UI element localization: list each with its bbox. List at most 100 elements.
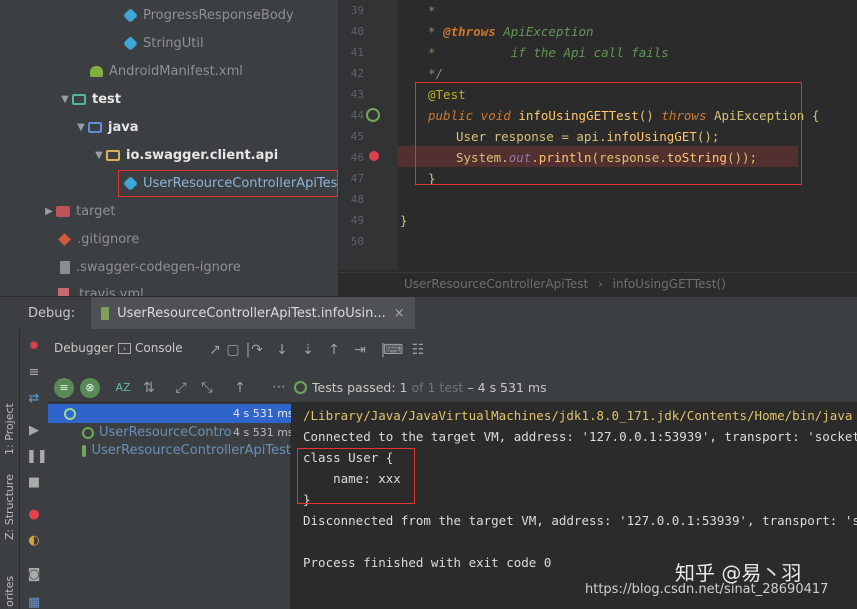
camera-icon[interactable]: ◙	[26, 567, 42, 583]
view-breakpoints-icon[interactable]: ●	[26, 507, 42, 523]
chevron-down-icon[interactable]: ▼	[74, 122, 88, 133]
favorites-side-tab-label: orites	[3, 575, 16, 607]
run-test-icon[interactable]	[366, 108, 380, 122]
close-icon[interactable]: ×	[394, 306, 405, 321]
line-number: 49	[350, 214, 364, 227]
line-number: 46	[350, 151, 364, 164]
source-folder-icon	[88, 121, 102, 133]
tree-item-package[interactable]: ▼ io.swagger.client.api	[92, 144, 278, 166]
force-step-into-icon[interactable]: ⇣	[299, 341, 317, 359]
tree-item-codegen-ignore[interactable]: .swagger-codegen-ignore	[60, 256, 241, 278]
line-number: 48	[350, 193, 364, 206]
test-folder-icon	[72, 93, 86, 105]
resume-icon[interactable]: ▶	[26, 423, 42, 439]
left-tool-strip: 1: Project Z: Structure orites	[0, 329, 20, 609]
test-method-row[interactable]: UserResourceControllerApiTest	[48, 441, 291, 460]
favorites-side-tab[interactable]: orites	[3, 576, 16, 607]
structure-side-tab-label: Z: Structure	[3, 474, 16, 540]
chevron-right-icon[interactable]: ▶	[42, 206, 56, 217]
evaluate-expression-icon[interactable]: ⌨	[383, 341, 403, 359]
toggle-auto-test-icon[interactable]: ⇄	[26, 391, 42, 407]
stop-icon[interactable]: ■	[26, 475, 42, 491]
code-line-39: *	[428, 3, 436, 18]
tree-item-stringutil[interactable]: StringUtil	[123, 32, 204, 54]
project-side-tab[interactable]: 1: Project	[3, 403, 16, 455]
rerun-failed-icon[interactable]: ≡	[26, 365, 42, 381]
show-passed-icon[interactable]: ≡	[54, 378, 74, 398]
tree-item-label: target	[76, 203, 116, 219]
tree-item-label: .swagger-codegen-ignore	[76, 259, 241, 275]
sort-alphabetically-icon[interactable]: AZ	[114, 379, 132, 397]
step-over-icon[interactable]: ↷	[248, 341, 266, 359]
debug-tool-window-header: Debug: UserResourceControllerApiTest.inf…	[0, 296, 857, 330]
tree-item-label: .travis.yml	[75, 286, 144, 297]
test-class-label: UserResourceContro	[99, 425, 232, 440]
tests-total: of 1 test	[411, 380, 464, 395]
more-options-icon[interactable]: ⋯	[270, 378, 288, 396]
tree-item-java-folder[interactable]: ▼ java	[74, 116, 138, 138]
rerun-debug-icon[interactable]: ✹	[26, 339, 42, 355]
test-results-tree: 4 s 531 ms UserResourceContro 4 s 531 ms…	[48, 403, 291, 609]
test-class-row[interactable]: UserResourceContro 4 s 531 ms	[48, 423, 291, 442]
structure-side-tab[interactable]: Z: Structure	[3, 474, 16, 540]
step-into-icon[interactable]: ↓	[273, 341, 291, 359]
tests-passed-label: Tests passed:	[312, 380, 396, 395]
debugger-toolbar: Debugger › Console ↗ ▢ | ↷ ↓ ⇣ ↑ ⇥ | ⌨ ☷	[48, 329, 857, 373]
tree-item-label: .gitignore	[77, 231, 140, 247]
console-output[interactable]: /Library/Java/JavaVirtualMachines/jdk1.8…	[292, 403, 857, 609]
restore-layout-icon[interactable]: ↗	[206, 341, 224, 359]
doc-comment: *	[428, 3, 436, 18]
file-icon	[60, 260, 70, 274]
breadcrumb-method[interactable]: infoUsingGETTest()	[613, 277, 726, 291]
tree-item-label: AndroidManifest.xml	[109, 63, 243, 79]
tree-item-gitignore[interactable]: .gitignore	[58, 228, 139, 250]
debugger-tab[interactable]: Debugger	[54, 341, 113, 355]
console-tab-label: Console	[135, 341, 183, 355]
breadcrumb-file[interactable]: UserResourceControllerApiTest	[404, 277, 588, 291]
test-method-label: UserResourceControllerApiTest	[91, 443, 291, 458]
debug-tab-label: UserResourceControllerApiTest.infoUsin..…	[117, 305, 386, 321]
tree-item-androidmanifest[interactable]: AndroidManifest.xml	[90, 60, 243, 82]
package-icon	[106, 149, 120, 161]
expand-all-icon[interactable]: ⤢	[172, 379, 190, 397]
line-number: 43	[350, 88, 364, 101]
console-line: Disconnected from the target VM, address…	[303, 513, 857, 528]
csdn-watermark: https://blog.csdn.net/sinat_28690417	[585, 582, 829, 597]
debug-action-strip: ✹ ≡ ⇄ ▶ ❚❚ ■ ● ◐ ◙ ▦	[20, 329, 48, 609]
line-number: 42	[350, 67, 364, 80]
chevron-down-icon[interactable]: ▼	[58, 94, 72, 105]
mute-breakpoints-icon[interactable]: ◐	[26, 533, 42, 549]
tests-passed-count: 1	[399, 380, 408, 395]
chevron-down-icon[interactable]: ▼	[92, 150, 106, 161]
breadcrumb-separator: ›	[598, 277, 603, 291]
collapse-all-icon[interactable]: ⤡	[198, 379, 216, 397]
doc-tag: @throws	[443, 24, 496, 39]
passed-icon	[82, 444, 87, 457]
tree-item-progressresponsebody[interactable]: ProgressResponseBody	[123, 4, 294, 26]
step-out-icon[interactable]: ↑	[325, 341, 343, 359]
line-number: 41	[350, 46, 364, 59]
line-number: 44	[350, 109, 364, 122]
show-ignored-icon[interactable]: ⊗	[80, 378, 100, 398]
trace-settings-icon[interactable]: ☷	[409, 341, 427, 359]
tree-item-label: io.swagger.client.api	[126, 147, 279, 163]
layout-icon[interactable]: ▦	[26, 595, 42, 609]
previous-failed-icon[interactable]: ↑	[231, 379, 249, 397]
pause-icon[interactable]: ❚❚	[26, 449, 48, 465]
line-number: 40	[350, 25, 364, 38]
console-line: Connected to the target VM, address: '12…	[303, 429, 857, 444]
doc-comment: *	[428, 24, 444, 39]
debug-session-tab[interactable]: UserResourceControllerApiTest.infoUsin..…	[91, 296, 415, 330]
test-root-row[interactable]: 4 s 531 ms	[48, 404, 291, 423]
sort-by-duration-icon[interactable]: ⇅	[140, 379, 158, 397]
run-to-cursor-icon[interactable]: ⇥	[351, 341, 369, 359]
line-number: 50	[350, 235, 364, 248]
git-icon	[58, 232, 71, 246]
debugger-tab-label: Debugger	[54, 341, 114, 355]
breakpoint-icon[interactable]	[369, 151, 379, 161]
console-tab[interactable]: › Console	[118, 341, 183, 355]
tree-item-test-folder[interactable]: ▼ test	[58, 88, 121, 110]
tree-item-travis[interactable]: .travis.yml	[58, 283, 144, 296]
code-editor[interactable]: 39 40 41 42 43 44 45 46 47 48 49 50 * * …	[338, 0, 857, 296]
tree-item-target-folder[interactable]: ▶ target	[42, 200, 116, 222]
